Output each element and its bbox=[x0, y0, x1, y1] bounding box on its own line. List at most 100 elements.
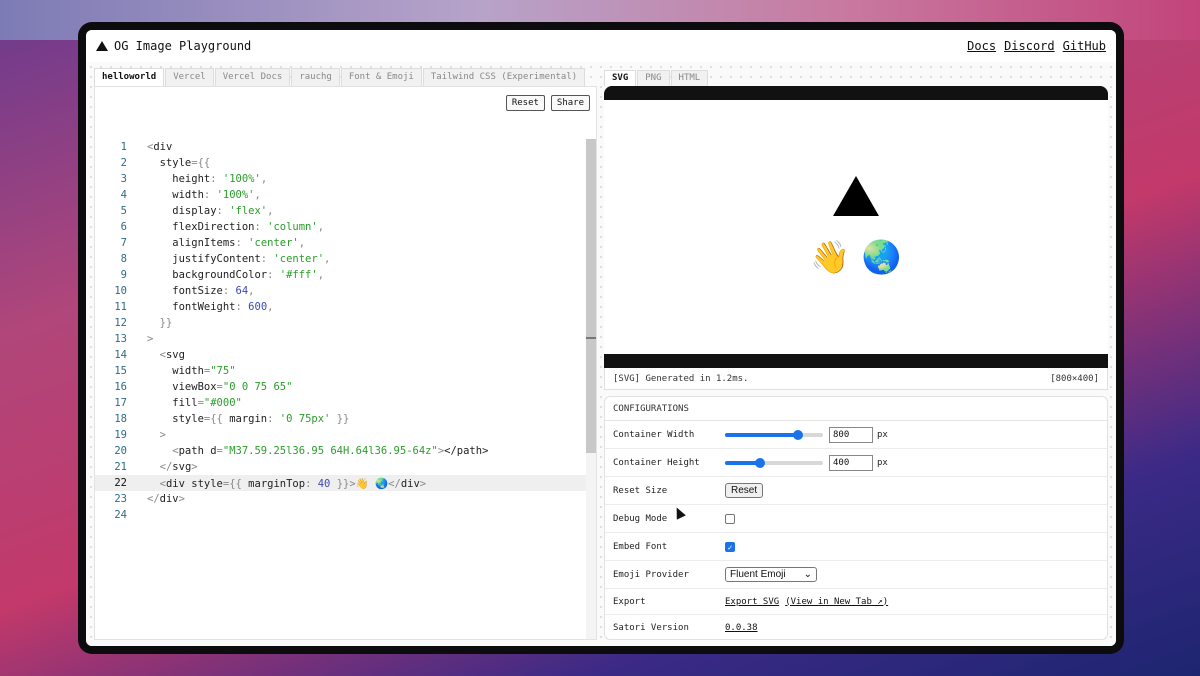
code-line[interactable]: 4 width: '100%', bbox=[95, 187, 587, 203]
slider-knob[interactable] bbox=[755, 457, 766, 468]
code-line[interactable]: 17 fill="#000" bbox=[95, 395, 587, 411]
code-line[interactable]: 19 > bbox=[95, 427, 587, 443]
tab-tailwind[interactable]: Tailwind CSS (Experimental) bbox=[422, 68, 586, 86]
code-token: viewBox bbox=[147, 381, 217, 393]
code-line[interactable]: 3 height: '100%', bbox=[95, 171, 587, 187]
tab-vercel[interactable]: Vercel bbox=[165, 68, 214, 86]
code-line[interactable]: 21 </svg> bbox=[95, 459, 587, 475]
satori-version-link[interactable]: 0.0.38 bbox=[725, 623, 758, 633]
code-text: height: '100%', bbox=[127, 173, 267, 185]
line-number: 8 bbox=[120, 253, 127, 265]
code-line[interactable]: 8 justifyContent: 'center', bbox=[95, 251, 587, 267]
tab-svg[interactable]: SVG bbox=[604, 70, 637, 86]
app-title: OG Image Playground bbox=[114, 39, 252, 53]
editor-reset-button[interactable]: Reset bbox=[505, 95, 545, 111]
slider-knob[interactable] bbox=[792, 429, 803, 440]
satori-version-row: Satori Version 0.0.38 bbox=[605, 615, 1107, 639]
code-line[interactable]: 15 width="75" bbox=[95, 363, 587, 379]
line-number: 23 bbox=[114, 493, 127, 505]
code-line[interactable]: 5 display: 'flex', bbox=[95, 203, 587, 219]
view-in-new-tab-link[interactable]: (View in New Tab ↗) bbox=[785, 597, 888, 607]
embed-font-row: Embed Font ✓ bbox=[605, 533, 1107, 561]
code-line[interactable]: 20 <path d="M37.59.25l36.95 64H.64l36.95… bbox=[95, 443, 587, 459]
debug-mode-checkbox[interactable] bbox=[725, 513, 735, 524]
code-line[interactable]: 12 }} bbox=[95, 315, 587, 331]
satori-version-label: Satori Version bbox=[613, 623, 689, 633]
code-token: style bbox=[147, 157, 192, 169]
container-width-label: Container Width bbox=[613, 429, 695, 440]
container-height-input[interactable] bbox=[829, 454, 873, 471]
code-token: : bbox=[235, 301, 249, 313]
editor-scroll-thumb[interactable] bbox=[586, 139, 596, 453]
container-height-slider[interactable] bbox=[725, 457, 823, 468]
share-button[interactable]: Share bbox=[550, 95, 590, 111]
tab-vercel-docs[interactable]: Vercel Docs bbox=[214, 68, 291, 86]
export-label: Export bbox=[613, 596, 646, 607]
code-line[interactable]: 6 flexDirection: 'column', bbox=[95, 219, 587, 235]
code-token: : bbox=[267, 269, 280, 281]
code-token: width bbox=[147, 189, 204, 201]
code-line[interactable]: 18 style={{ margin: '0 75px' }} bbox=[95, 411, 587, 427]
code-line[interactable]: 11 fontWeight: 600, bbox=[95, 299, 587, 315]
line-number: 17 bbox=[114, 397, 127, 409]
tab-png[interactable]: PNG bbox=[637, 70, 670, 86]
tab-helloworld[interactable]: helloworld bbox=[94, 68, 165, 86]
tab-rauchg[interactable]: rauchg bbox=[291, 68, 340, 86]
code-line[interactable]: 22 <div style={{ marginTop: 40 }}>👋 🌏</d… bbox=[95, 475, 587, 491]
reset-size-label: Reset Size bbox=[613, 485, 668, 496]
scroll-cursor-marker bbox=[586, 337, 596, 339]
line-number: 16 bbox=[114, 381, 127, 393]
code-line[interactable]: 16 viewBox="0 0 75 65" bbox=[95, 379, 587, 395]
line-number: 3 bbox=[120, 173, 127, 185]
code-token: marginTop bbox=[248, 477, 306, 490]
emoji-provider-label: Emoji Provider bbox=[613, 569, 689, 580]
line-number: 12 bbox=[114, 317, 127, 329]
code-line[interactable]: 7 alignItems: 'center', bbox=[95, 235, 587, 251]
code-text: fontSize: 64, bbox=[127, 285, 254, 297]
code-editor[interactable]: Reset Share 1 <div 2 style={{3 height: '10… bbox=[94, 86, 597, 640]
code-token: width bbox=[147, 365, 204, 377]
line-number: 18 bbox=[114, 413, 127, 425]
code-token: backgroundColor bbox=[147, 269, 268, 281]
code-text: <div bbox=[127, 141, 172, 153]
container-width-slider[interactable] bbox=[725, 429, 823, 440]
emoji-provider-select[interactable]: Fluent Emoji ⌄ bbox=[725, 567, 817, 582]
embed-font-checkbox[interactable]: ✓ bbox=[725, 541, 735, 552]
reset-size-button[interactable]: Reset bbox=[725, 483, 764, 498]
code-line[interactable]: 1 <div bbox=[95, 139, 587, 155]
code-token: , bbox=[317, 269, 325, 281]
tab-html[interactable]: HTML bbox=[670, 70, 709, 86]
export-row: Export Export SVG (View in New Tab ↗) bbox=[605, 589, 1107, 615]
code-line[interactable]: 14 <svg bbox=[95, 347, 587, 363]
code-token: '100%' bbox=[216, 189, 255, 201]
code-line[interactable]: 23 </div> bbox=[95, 491, 587, 507]
code-line[interactable]: 24 bbox=[95, 507, 587, 523]
render-status-bar: [SVG] Generated in 1.2ms. [800×400] bbox=[604, 368, 1108, 390]
nav-link-github[interactable]: GitHub bbox=[1063, 39, 1106, 53]
code-token: : bbox=[203, 189, 217, 201]
export-svg-link[interactable]: Export SVG bbox=[725, 597, 779, 607]
nav-link-discord[interactable]: Discord bbox=[1004, 39, 1055, 53]
code-token: </ bbox=[388, 477, 401, 490]
code-line[interactable]: 10 fontSize: 64, bbox=[95, 283, 587, 299]
code-line[interactable]: 9 backgroundColor: '#fff', bbox=[95, 267, 587, 283]
nav-link-docs[interactable]: Docs bbox=[967, 39, 996, 53]
code-token: : bbox=[222, 285, 236, 297]
code-token: fill bbox=[147, 397, 198, 409]
tab-font-emoji[interactable]: Font & Emoji bbox=[340, 68, 422, 86]
code-lines[interactable]: 1 <div 2 style={{3 height: '100%', 4 width:… bbox=[95, 139, 587, 523]
emoji-provider-value: Fluent Emoji bbox=[730, 569, 786, 580]
code-token: div bbox=[400, 477, 420, 490]
globe-icon: 🌏 bbox=[861, 238, 902, 276]
code-token: > bbox=[178, 493, 185, 505]
code-token: < bbox=[147, 445, 179, 457]
editor-scrollbar[interactable] bbox=[586, 139, 596, 639]
code-line[interactable]: 2 style={{ bbox=[95, 155, 587, 171]
code-token: </path> bbox=[444, 445, 489, 457]
code-text: viewBox="0 0 75 65" bbox=[127, 381, 292, 393]
code-text: style={{ margin: '0 75px' }} bbox=[127, 413, 349, 425]
line-number: 22 bbox=[114, 477, 127, 489]
container-width-input[interactable] bbox=[829, 426, 873, 443]
code-line[interactable]: 13 > bbox=[95, 331, 587, 347]
code-token: 40 bbox=[317, 477, 331, 490]
